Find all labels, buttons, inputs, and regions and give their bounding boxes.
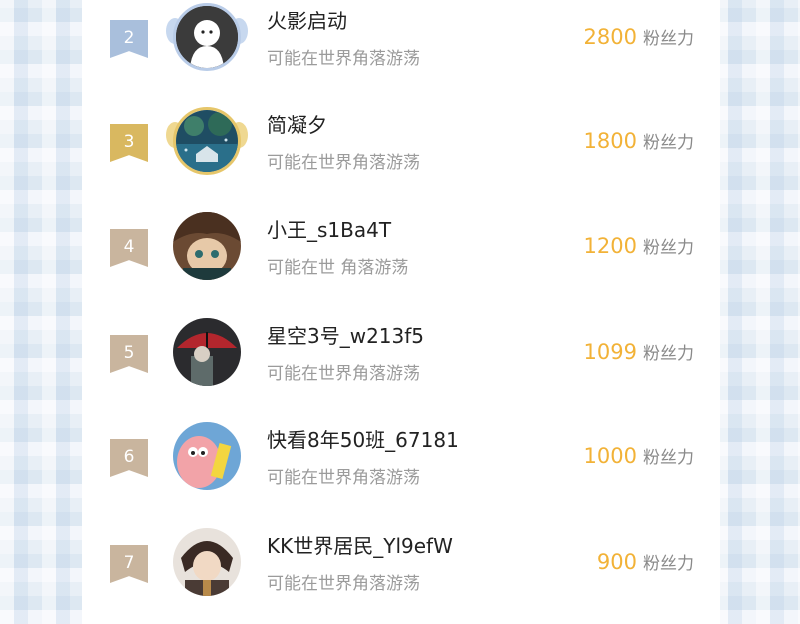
fan-power-value: 1800 [583, 129, 637, 153]
fan-power-label: 粉丝力 [643, 448, 694, 468]
ranking-row[interactable]: 7 KK世界居民_Yl9efW 可能在世界角落游荡 900 粉丝力 [82, 525, 720, 624]
rank-number: 5 [123, 343, 135, 363]
rank-badge: 5 [110, 335, 148, 373]
fan-power-value: 1000 [583, 444, 637, 468]
fan-power-label: 粉丝力 [643, 133, 694, 153]
ghost-avatar-icon [173, 3, 241, 71]
umbrella-avatar-icon [173, 318, 241, 386]
avatar-frame[interactable] [166, 0, 248, 74]
rank-number: 3 [123, 132, 135, 152]
avatar-frame[interactable] [170, 525, 244, 599]
rank-number: 7 [123, 553, 135, 573]
rank-number: 6 [123, 447, 135, 467]
anime-boy-avatar-icon [173, 528, 241, 596]
user-name[interactable]: 快看8年50班_67181 [267, 424, 459, 453]
user-description: 可能在世界角落游荡 [267, 49, 420, 69]
avatar-frame[interactable] [170, 209, 244, 283]
fan-power: 1099 粉丝力 [584, 339, 694, 364]
fan-power-value: 1200 [583, 234, 637, 258]
fan-power-label: 粉丝力 [643, 238, 694, 258]
ranking-row[interactable]: 5 星空3号_w213f5 可能在世界角落游荡 1099 粉丝力 [82, 315, 720, 415]
rank-number: 2 [123, 28, 135, 48]
ranking-row[interactable]: 4 小王_s1Ba4T 可能在世 角落游荡 1200 粉丝力 [82, 209, 720, 309]
user-description: 可能在世界角落游荡 [267, 468, 420, 488]
user-description: 可能在世界角落游荡 [267, 574, 420, 594]
avatar-frame[interactable] [170, 419, 244, 493]
user-description: 可能在世 角落游荡 [267, 258, 409, 278]
fan-power: 1000 粉丝力 [584, 443, 694, 468]
rank-badge: 3 [110, 124, 148, 162]
user-name[interactable]: 火影启动 [267, 5, 347, 34]
user-name[interactable]: 小王_s1Ba4T [267, 214, 391, 243]
rank-badge: 7 [110, 545, 148, 583]
fan-power: 900 粉丝力 [597, 549, 694, 574]
fan-power-value: 2800 [583, 25, 637, 49]
user-description: 可能在世界角落游荡 [267, 153, 420, 173]
rank-badge: 2 [110, 20, 148, 58]
rank-badge: 4 [110, 229, 148, 267]
fan-power: 1800 粉丝力 [584, 128, 694, 153]
user-name[interactable]: 简凝夕 [267, 109, 327, 138]
scenery-avatar-icon [173, 107, 241, 175]
ranking-row[interactable]: 2 火影启动 可能在世界角落游荡 2800 粉丝力 [82, 0, 720, 100]
fan-power-value: 900 [596, 550, 637, 574]
user-description: 可能在世界角落游荡 [267, 364, 420, 384]
ranking-row[interactable]: 3 简凝夕 可能在世界角落游荡 1800 粉丝力 [82, 104, 720, 204]
fan-power: 2800 粉丝力 [584, 24, 694, 49]
rank-badge: 6 [110, 439, 148, 477]
fan-power-label: 粉丝力 [643, 344, 694, 364]
user-name[interactable]: 星空3号_w213f5 [267, 320, 424, 349]
avatar-frame[interactable] [166, 104, 248, 178]
user-name[interactable]: KK世界居民_Yl9efW [267, 530, 453, 559]
fan-power-value: 1099 [583, 340, 637, 364]
avatar-frame[interactable] [170, 315, 244, 389]
rank-number: 4 [123, 237, 135, 257]
fan-ranking-list: 2 火影启动 可能在世界角落游荡 2800 粉丝力 3 简凝夕 可能在世界角落游… [82, 0, 720, 624]
anime-character-avatar-icon [173, 212, 241, 280]
ranking-row[interactable]: 6 快看8年50班_67181 可能在世界角落游荡 1000 粉丝力 [82, 419, 720, 519]
fan-power-label: 粉丝力 [643, 554, 694, 574]
fan-power: 1200 粉丝力 [584, 233, 694, 258]
starfish-avatar-icon [173, 422, 241, 490]
fan-power-label: 粉丝力 [643, 29, 694, 49]
